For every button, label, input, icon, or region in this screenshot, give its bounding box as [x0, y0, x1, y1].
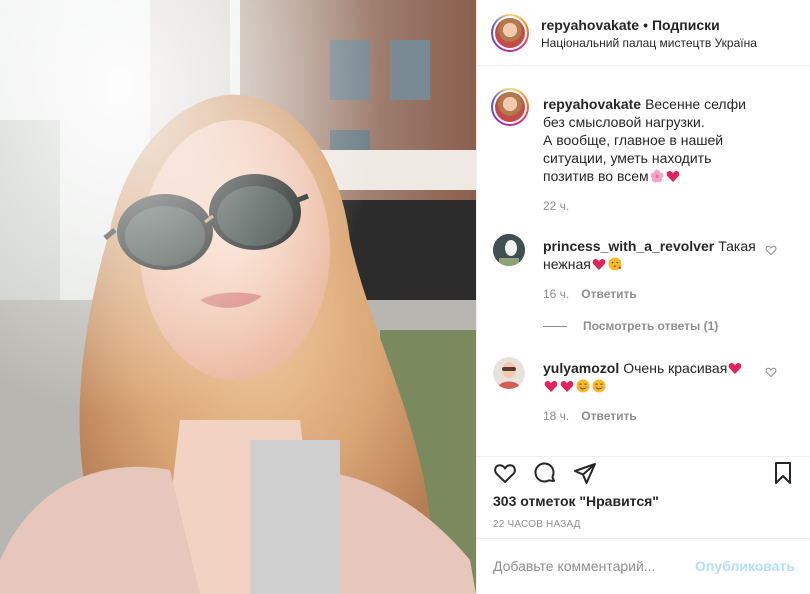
red-heart-icon — [544, 381, 558, 392]
bookmark-icon[interactable] — [771, 461, 795, 485]
comments-list[interactable]: repyahovakate Весенне селфи без смысловой… — [477, 66, 810, 456]
comment-input[interactable] — [493, 554, 693, 578]
paper-plane-icon[interactable] — [573, 461, 597, 485]
like-comment-icon[interactable] — [765, 244, 777, 256]
comment-2: yulyamozol Очень красивая — [543, 359, 763, 395]
comment-username[interactable]: yulyamozol — [543, 360, 619, 376]
replies-line — [543, 326, 567, 328]
post-timestamp: 22 ЧАСОВ НАЗАД — [493, 519, 581, 530]
view-replies-button[interactable]: Посмотреть ответы (1) — [543, 319, 718, 333]
likes-count[interactable]: 303 отметок "Нравится" — [493, 493, 659, 509]
comment-time: 18 ч. — [543, 409, 570, 423]
caption-time: 22 ч. — [543, 199, 570, 213]
separator-dot: • — [643, 17, 648, 33]
red-heart-icon — [592, 259, 606, 270]
heart-outline-icon[interactable] — [493, 461, 517, 485]
caption-username[interactable]: repyahovakate — [543, 96, 641, 112]
caption-avatar[interactable] — [491, 88, 529, 126]
post-actions: 303 отметок "Нравится" 22 ЧАСОВ НАЗАД — [477, 456, 810, 536]
red-heart-icon — [560, 381, 574, 392]
comment-2-meta: 18 ч. Ответить — [543, 409, 637, 423]
add-comment-form: Опубликовать — [477, 538, 810, 594]
comment-icon[interactable] — [533, 461, 557, 485]
caption: repyahovakate Весенне селфи без смысловой… — [543, 95, 763, 185]
red-heart-icon — [729, 363, 742, 374]
author-username[interactable]: repyahovakate — [541, 17, 639, 33]
comment-username[interactable]: princess_with_a_revolver — [543, 238, 714, 254]
author-line: repyahovakate • Подписки — [541, 17, 720, 33]
smiling-face-icon — [592, 379, 606, 393]
reply-button[interactable]: Ответить — [581, 287, 636, 301]
smiling-face-icon — [576, 379, 590, 393]
comment-time: 16 ч. — [543, 287, 570, 301]
commenter-avatar[interactable] — [493, 234, 525, 266]
face-blowing-kiss-icon — [608, 257, 622, 271]
comment-text: Очень красивая — [623, 360, 728, 376]
location-link[interactable]: Національний палац мистецтв Україна — [541, 36, 757, 50]
selfie-image — [0, 0, 476, 594]
instagram-post-modal: repyahovakate • Подписки Національний пала… — [0, 0, 810, 594]
comment-1: princess_with_a_revolver Такая нежная — [543, 237, 763, 273]
like-comment-icon[interactable] — [765, 366, 777, 378]
post-comment-button[interactable]: Опубликовать — [695, 558, 795, 574]
comment-1-meta: 16 ч. Ответить — [543, 287, 637, 301]
commenter-avatar[interactable] — [493, 357, 525, 389]
follow-status-button[interactable]: Подписки — [652, 17, 720, 33]
view-replies-label: Посмотреть ответы (1) — [583, 319, 719, 333]
reply-button[interactable]: Ответить — [581, 409, 636, 423]
red-heart-icon — [666, 171, 679, 182]
post-header: repyahovakate • Подписки Національний пала… — [477, 0, 810, 66]
post-sidebar: repyahovakate • Подписки Національний пала… — [476, 0, 810, 594]
cherry-blossom-icon — [650, 169, 664, 183]
author-avatar[interactable] — [491, 14, 529, 52]
post-photo[interactable] — [0, 0, 476, 594]
